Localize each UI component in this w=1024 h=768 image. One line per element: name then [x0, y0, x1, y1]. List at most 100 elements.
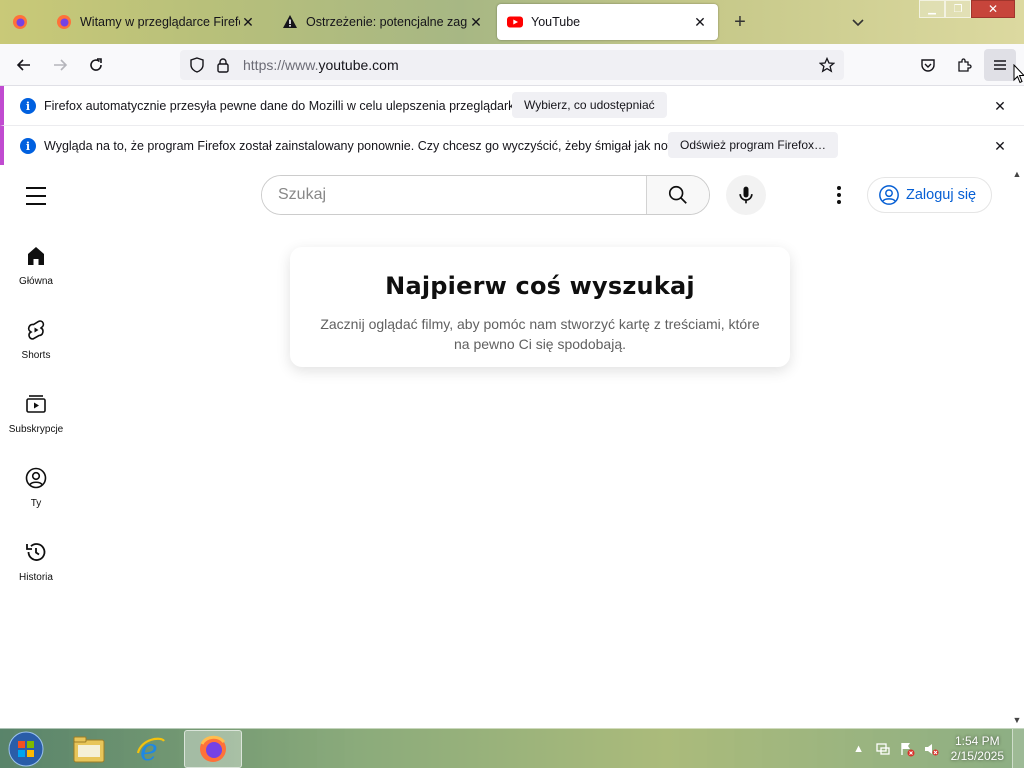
volume-muted-icon[interactable]: [921, 739, 941, 759]
sidebar-item-label: Historia: [19, 572, 53, 583]
tab-youtube[interactable]: YouTube ✕: [497, 4, 718, 40]
refresh-firefox-button[interactable]: Odśwież program Firefox…: [668, 132, 839, 158]
clock-time: 1:54 PM: [954, 734, 1000, 748]
list-all-tabs-button[interactable]: [846, 10, 870, 34]
close-window-button[interactable]: ✕: [971, 0, 1015, 18]
notification-bar-refresh: i Wygląda na to, że program Firefox zost…: [0, 125, 1024, 165]
lock-icon[interactable]: [214, 56, 232, 74]
account-icon: [879, 185, 899, 205]
taskbar-firefox[interactable]: [184, 730, 242, 768]
show-hidden-icons-icon[interactable]: ▲: [849, 739, 869, 759]
empty-feed-title: Najpierw coś wyszukaj: [385, 272, 695, 300]
extensions-button[interactable]: [948, 49, 980, 81]
you-icon: [24, 466, 48, 490]
start-button[interactable]: [6, 731, 46, 767]
windows-orb-icon: [8, 731, 44, 767]
app-menu-button[interactable]: [984, 49, 1016, 81]
shorts-icon: [24, 318, 48, 342]
sidebar-item-home[interactable]: Główna: [0, 228, 72, 294]
new-tab-button[interactable]: +: [728, 10, 752, 34]
sidebar-item-subscriptions[interactable]: Subskrypcje: [0, 376, 72, 442]
voice-search-button[interactable]: [726, 175, 766, 215]
forward-button[interactable]: [44, 49, 76, 81]
close-tab-icon[interactable]: ✕: [240, 14, 256, 30]
sidebar-item-label: Shorts: [21, 350, 51, 361]
subscriptions-icon: [24, 392, 48, 416]
more-vertical-icon: [837, 186, 841, 204]
url-text[interactable]: https://www.youtube.com: [243, 57, 399, 73]
puzzle-icon: [958, 58, 972, 72]
microphone-icon: [739, 186, 753, 204]
close-notification-icon[interactable]: ✕: [992, 138, 1008, 154]
url-prefix: https://www.: [243, 57, 319, 73]
tracking-protection-shield-icon[interactable]: [188, 56, 206, 74]
close-notification-icon[interactable]: ✕: [992, 98, 1008, 114]
youtube-page: Zaloguj się Główna Shorts Subskrypcje Ty…: [0, 166, 1024, 728]
firefox-icon: [57, 15, 71, 29]
network-icon[interactable]: [873, 739, 893, 759]
tab-warning[interactable]: Ostrzeżenie: potencjalne zagroż ✕: [272, 4, 494, 40]
info-icon: i: [20, 138, 36, 154]
sidebar-item-shorts[interactable]: Shorts: [0, 302, 72, 368]
firefox-icon: [13, 15, 27, 29]
clock-date: 2/15/2025: [950, 749, 1004, 763]
hamburger-menu-icon: [994, 60, 1006, 70]
warning-icon: [283, 15, 297, 28]
chevron-down-icon: [852, 19, 864, 27]
sidebar-item-you[interactable]: Ty: [0, 450, 72, 516]
url-domain: youtube.com: [318, 57, 399, 73]
action-center-warning-icon[interactable]: [897, 739, 917, 759]
notification-message: Wygląda na to, że program Firefox został…: [44, 139, 690, 153]
mouse-cursor-icon: [1013, 64, 1024, 84]
navigation-toolbar: https://www.youtube.com: [0, 44, 1024, 86]
internet-explorer-icon: e: [136, 733, 165, 765]
bookmark-star-icon[interactable]: [818, 56, 836, 74]
notification-bar-telemetry: i Firefox automatycznie przesyła pewne d…: [0, 86, 1024, 126]
firefox-icon: [200, 735, 226, 762]
tab-label: Ostrzeżenie: potencjalne zagroż: [306, 15, 468, 29]
settings-more-button[interactable]: [826, 179, 852, 211]
notification-message: Firefox automatycznie przesyła pewne dan…: [44, 99, 521, 113]
scroll-up-icon[interactable]: ▲: [1011, 168, 1023, 180]
taskbar-internet-explorer[interactable]: e: [122, 730, 180, 768]
tab-firefox-welcome[interactable]: Witamy w przeglądarce Firefox ✕: [46, 4, 266, 40]
empty-feed-body: Zacznij oglądać filmy, aby pomóc nam stw…: [320, 316, 760, 352]
firefox-view-button[interactable]: [4, 6, 36, 38]
clock[interactable]: 1:54 PM 2/15/2025: [951, 734, 1004, 764]
page-scrollbar[interactable]: ▲ ▼: [1010, 166, 1024, 728]
arrow-left-icon: [16, 59, 30, 71]
sidebar-item-label: Główna: [19, 276, 53, 287]
search-icon: [668, 185, 687, 204]
tab-label: YouTube: [531, 15, 581, 29]
empty-feed-card: Najpierw coś wyszukaj Zacznij oglądać fi…: [290, 247, 790, 367]
tab-strip: Witamy w przeglądarce Firefox ✕ Ostrzeże…: [0, 0, 1024, 44]
sign-in-button[interactable]: Zaloguj się: [867, 177, 993, 213]
arrow-right-icon: [54, 59, 68, 71]
pocket-icon: [921, 59, 935, 72]
search-button[interactable]: [646, 176, 709, 214]
search-input[interactable]: [262, 176, 647, 214]
taskbar: e ▲ 1:54 PM 2/15/2025: [0, 728, 1024, 768]
history-icon: [24, 540, 48, 564]
show-desktop-button[interactable]: [1012, 729, 1024, 768]
close-tab-icon[interactable]: ✕: [692, 14, 708, 30]
close-tab-icon[interactable]: ✕: [468, 14, 484, 30]
home-icon: [24, 244, 48, 268]
guide-menu-button[interactable]: [24, 184, 48, 208]
maximize-button[interactable]: ❐: [945, 0, 971, 18]
back-button[interactable]: [8, 49, 40, 81]
scroll-down-icon[interactable]: ▼: [1011, 714, 1023, 726]
minimize-button[interactable]: ▁: [919, 0, 945, 18]
sidebar-item-history[interactable]: Historia: [0, 524, 72, 590]
search-box: [261, 175, 710, 215]
pocket-button[interactable]: [912, 49, 944, 81]
youtube-icon: [507, 16, 523, 28]
choose-what-to-share-button[interactable]: Wybierz, co udostępniać: [512, 92, 667, 118]
taskbar-explorer[interactable]: [60, 730, 118, 768]
window-controls: ▁ ❐ ✕: [919, 0, 1015, 20]
reload-button[interactable]: [80, 49, 112, 81]
sidebar-item-label: Subskrypcje: [8, 424, 64, 435]
url-bar[interactable]: https://www.youtube.com: [180, 50, 844, 80]
info-icon: i: [20, 98, 36, 114]
sign-in-label: Zaloguj się: [906, 187, 977, 203]
